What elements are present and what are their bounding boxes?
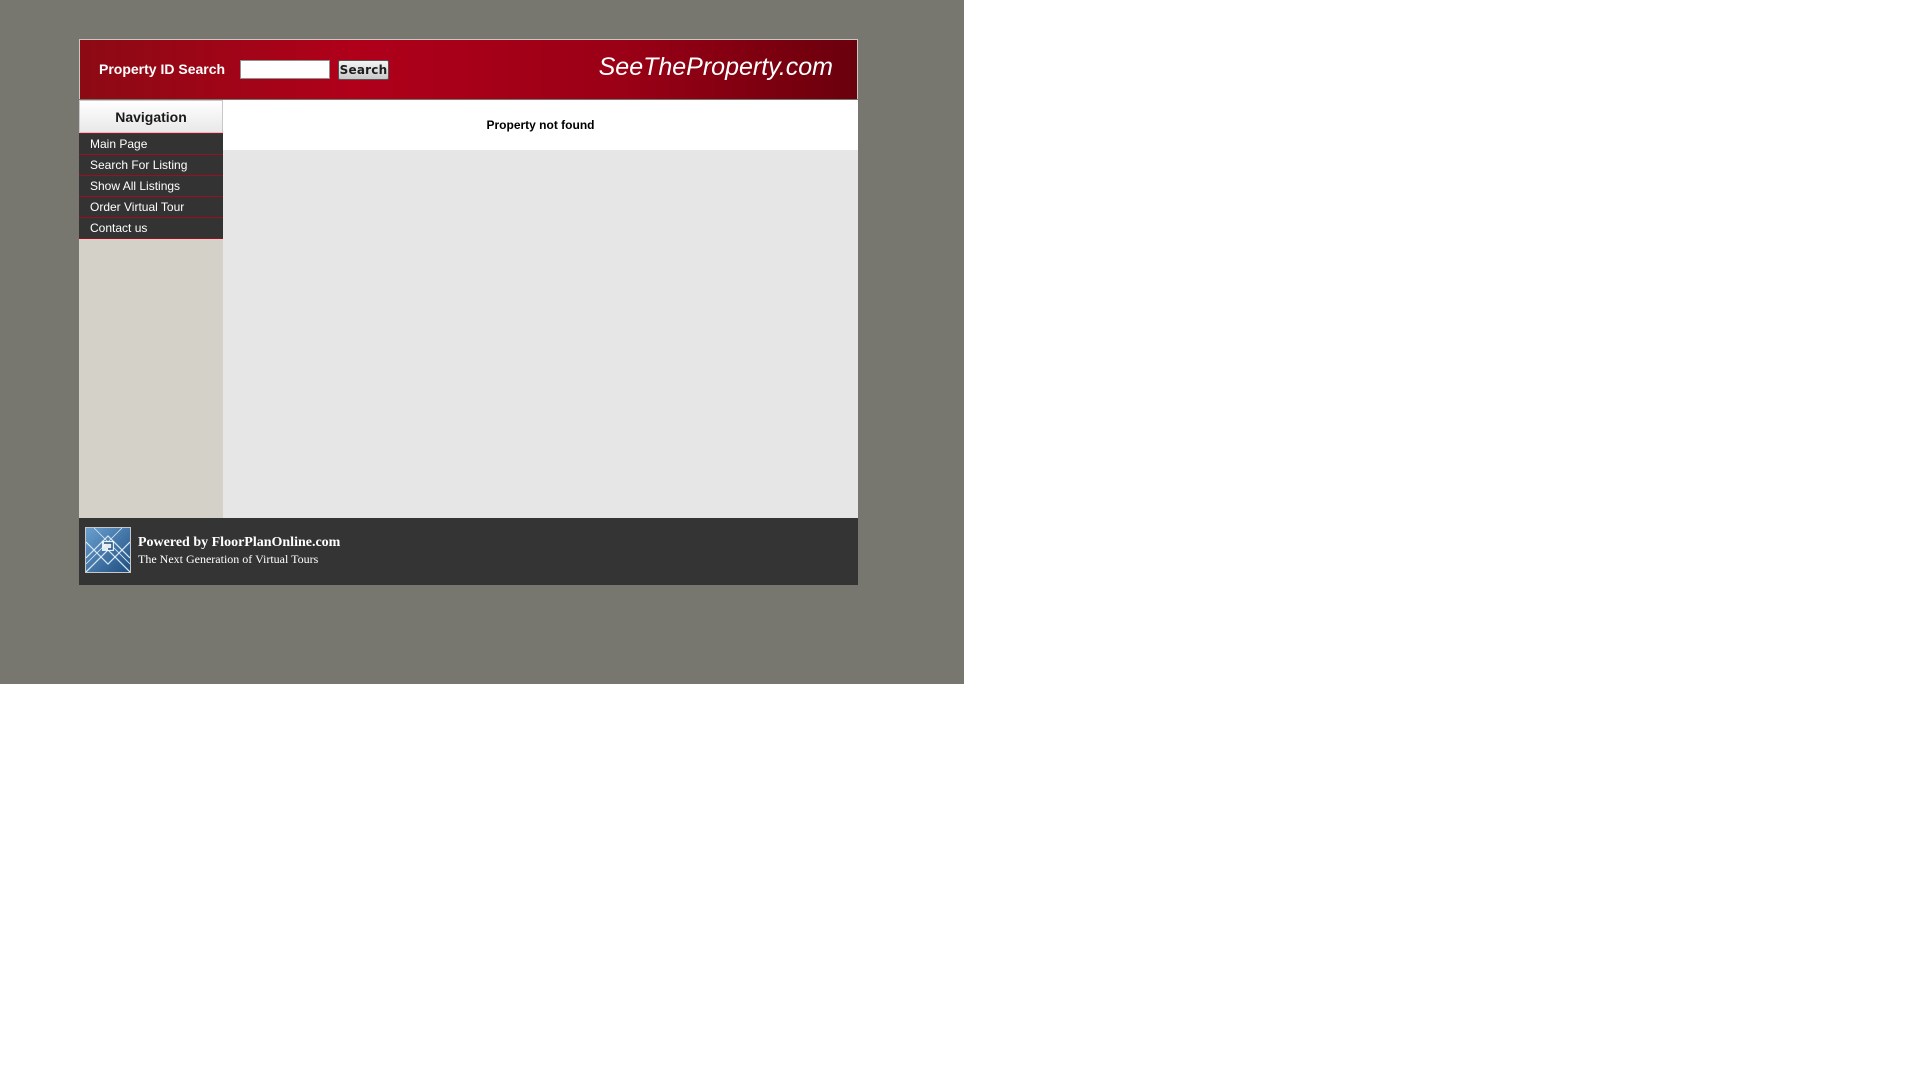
main-area: Navigation Main Page Search For Listing … xyxy=(79,100,858,518)
floorplan-logo-icon[interactable] xyxy=(85,527,131,573)
site-title: SeeTheProperty.com xyxy=(598,53,833,81)
navigation-list: Main Page Search For Listing Show All Li… xyxy=(79,133,223,239)
nav-item-order-virtual-tour[interactable]: Order Virtual Tour xyxy=(79,196,223,217)
content-panel: Property not found xyxy=(223,100,858,518)
property-not-found-message: Property not found xyxy=(486,118,595,132)
header-banner: Property ID Search Search SeeTheProperty… xyxy=(79,39,858,99)
nav-item-main-page[interactable]: Main Page xyxy=(79,133,223,154)
navigation-heading: Navigation xyxy=(79,100,223,133)
message-bar: Property not found xyxy=(223,100,858,150)
nav-item-contact-us[interactable]: Contact us xyxy=(79,217,223,238)
sidebar: Navigation Main Page Search For Listing … xyxy=(79,100,223,518)
nav-item-show-all-listings[interactable]: Show All Listings xyxy=(79,175,223,196)
powered-by-text[interactable]: Powered by FloorPlanOnline.com xyxy=(138,535,340,551)
property-id-search-label: Property ID Search xyxy=(99,61,226,77)
page-container: Property ID Search Search SeeTheProperty… xyxy=(79,39,858,585)
floorplan-logo-graphic xyxy=(85,527,131,573)
property-id-input[interactable] xyxy=(240,60,330,79)
footer-tagline: The Next Generation of Virtual Tours xyxy=(138,552,319,566)
footer: Powered by FloorPlanOnline.com The Next … xyxy=(79,518,858,585)
nav-item-search-for-listing[interactable]: Search For Listing xyxy=(79,154,223,175)
search-button[interactable]: Search xyxy=(338,60,389,80)
